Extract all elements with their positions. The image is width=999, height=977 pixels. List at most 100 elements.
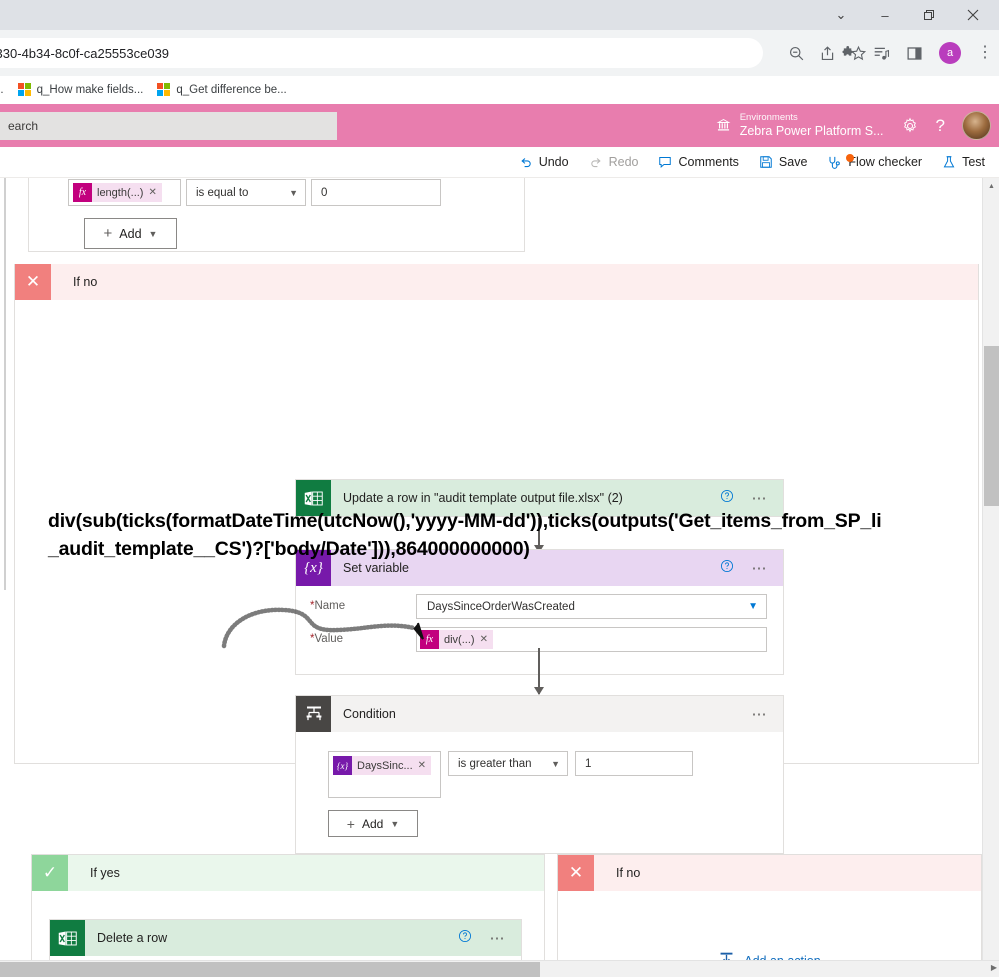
bookmark-label: ... [0,83,4,96]
if-yes-branch-header: ✓ If yes [32,855,544,891]
set-variable-icon: {x} [296,550,331,586]
gear-icon[interactable] [901,117,919,135]
condition-add-button[interactable]: + Add ▼ [328,810,418,837]
window-restore-button[interactable] [907,0,951,30]
excel-icon [50,920,85,956]
redo-button[interactable]: Redo [589,155,638,169]
if-no-bottom-label: If no [594,855,981,891]
if-no-branch-bottom: ✕ If no Add an action [557,854,982,977]
operator-value: is greater than [458,757,532,770]
set-variable-name-row: *Name DaysSinceOrderWasCreated ▼ [310,594,767,619]
microsoft-logo-icon [157,83,171,96]
reading-list-icon[interactable] [873,45,890,62]
window-close-button[interactable] [951,0,995,30]
delete-row-header[interactable]: Delete a row ⋯ [50,920,521,956]
top-condition-operand[interactable]: fx length(...) ✕ [68,179,181,206]
set-variable-header[interactable]: {x} Set variable ⋯ [296,550,783,586]
horizontal-scrollbar[interactable]: ▶ [0,960,999,977]
chevron-down-icon: ▼ [748,601,758,612]
token-remove-icon[interactable]: ✕ [148,187,156,198]
update-row-card[interactable]: Update a row in "audit template output f… [295,479,784,517]
bookmark-label: q_Get difference be... [176,83,287,96]
window-minimize-button[interactable]: – [863,0,907,30]
top-condition-row: fx length(...) ✕ is equal to ▼ 0 [29,178,524,206]
fx-icon: fx [73,183,92,202]
flow-command-bar: Undo Redo Comments Save Flow checker Tes… [0,147,999,178]
close-icon [967,9,979,21]
condition-value-input[interactable]: 1 [575,751,693,776]
tab-search-button[interactable]: ⌄ [819,0,863,30]
power-platform-header: earch Environments Zebra Power Platform … [0,104,999,147]
flow-designer-canvas[interactable]: fx length(...) ✕ is equal to ▼ 0 + Add ▼… [0,178,999,977]
top-condition-value-input[interactable]: 0 [311,179,441,206]
expression-token[interactable]: fx length(...) ✕ [73,183,162,202]
flow-checker-button[interactable]: Flow checker [827,153,922,170]
share-icon[interactable] [819,45,836,62]
user-avatar[interactable] [962,111,991,140]
x-icon: ✕ [558,855,594,891]
ellipsis-icon[interactable]: ⋯ [752,707,769,722]
delete-row-title: Delete a row [97,931,168,945]
condition-header-actions: ⋯ [752,707,784,722]
flow-checker-alert-badge [846,153,855,162]
undo-button[interactable]: Undo [519,155,569,169]
ellipsis-icon[interactable]: ⋯ [752,491,769,506]
excel-icon [296,480,331,516]
expression-token[interactable]: fx div(...) ✕ [420,630,493,649]
browser-menu-icon[interactable]: ⋮ [977,45,993,61]
update-row-title: Update a row in "audit template output f… [343,491,623,505]
update-row-header-actions: ⋯ [720,489,784,508]
test-flask-icon [942,155,956,169]
bookmark-item[interactable]: ... [0,84,4,96]
condition-body: {x} DaysSinc... ✕ is greater than ▼ 1 + … [296,732,783,853]
token-remove-icon[interactable]: ✕ [418,760,426,771]
condition-header[interactable]: Condition ⋯ [296,696,783,732]
browser-titlebar: ⌄ – [0,0,999,30]
update-row-header[interactable]: Update a row in "audit template output f… [296,480,783,516]
save-button[interactable]: Save [759,155,808,169]
top-condition-card[interactable]: fx length(...) ✕ is equal to ▼ 0 + Add ▼ [28,178,525,252]
environment-selector[interactable]: Environments Zebra Power Platform S... [716,112,884,138]
bookmark-item[interactable]: q_Get difference be... [157,83,287,96]
environment-name: Zebra Power Platform S... [739,123,884,138]
zoom-out-icon[interactable] [788,45,805,62]
condition-operator[interactable]: is greater than ▼ [448,751,568,776]
url-input[interactable]: -0330-4b34-8c0f-ca25553ce039 [0,38,763,68]
help-icon[interactable]: ? [936,116,945,136]
save-label: Save [778,155,808,169]
help-circle-icon[interactable] [720,489,734,508]
global-search-input[interactable]: earch [0,111,337,140]
help-circle-icon[interactable] [720,559,734,578]
puzzle-extension-icon[interactable] [840,45,857,62]
token-label: length(...) [97,186,144,199]
set-variable-value-label: *Value [310,627,416,645]
help-circle-icon[interactable] [458,929,472,948]
top-condition-add-button[interactable]: + Add ▼ [84,218,177,249]
set-variable-value-input[interactable]: fx div(...) ✕ [416,627,767,652]
token-remove-icon[interactable]: ✕ [480,634,488,645]
scroll-right-icon[interactable]: ▶ [991,963,997,972]
flow-connector-arrow [534,518,544,553]
split-screen-icon[interactable] [906,45,923,62]
add-label: Add [361,816,384,831]
profile-avatar[interactable]: a [939,42,961,64]
ellipsis-icon[interactable]: ⋯ [752,561,769,576]
top-condition-operator[interactable]: is equal to ▼ [186,179,306,206]
header-right-cluster: Environments Zebra Power Platform S... ? [716,111,991,140]
chevron-down-icon: ▼ [289,187,298,198]
variable-token[interactable]: {x} DaysSinc... ✕ [333,756,432,775]
if-yes-branch: ✓ If yes Delete a row ⋯ *Location [31,854,545,977]
horizontal-scroll-thumb[interactable] [0,962,540,977]
ellipsis-icon[interactable]: ⋯ [490,931,507,946]
vertical-scrollbar[interactable]: ▲ ▼ [982,178,999,977]
condition-expression-row: {x} DaysSinc... ✕ is greater than ▼ 1 [296,751,783,798]
bookmark-item[interactable]: q_How make fields... [17,83,143,96]
vertical-scroll-thumb[interactable] [984,346,999,506]
condition-card[interactable]: Condition ⋯ {x} DaysSinc... ✕ is greater… [295,695,784,854]
set-variable-name-input[interactable]: DaysSinceOrderWasCreated ▼ [416,594,767,619]
comments-button[interactable]: Comments [658,155,739,169]
condition-operand[interactable]: {x} DaysSinc... ✕ [328,751,441,798]
condition-title: Condition [343,707,396,721]
scroll-up-icon[interactable]: ▲ [983,178,999,195]
test-button[interactable]: Test [942,155,985,169]
